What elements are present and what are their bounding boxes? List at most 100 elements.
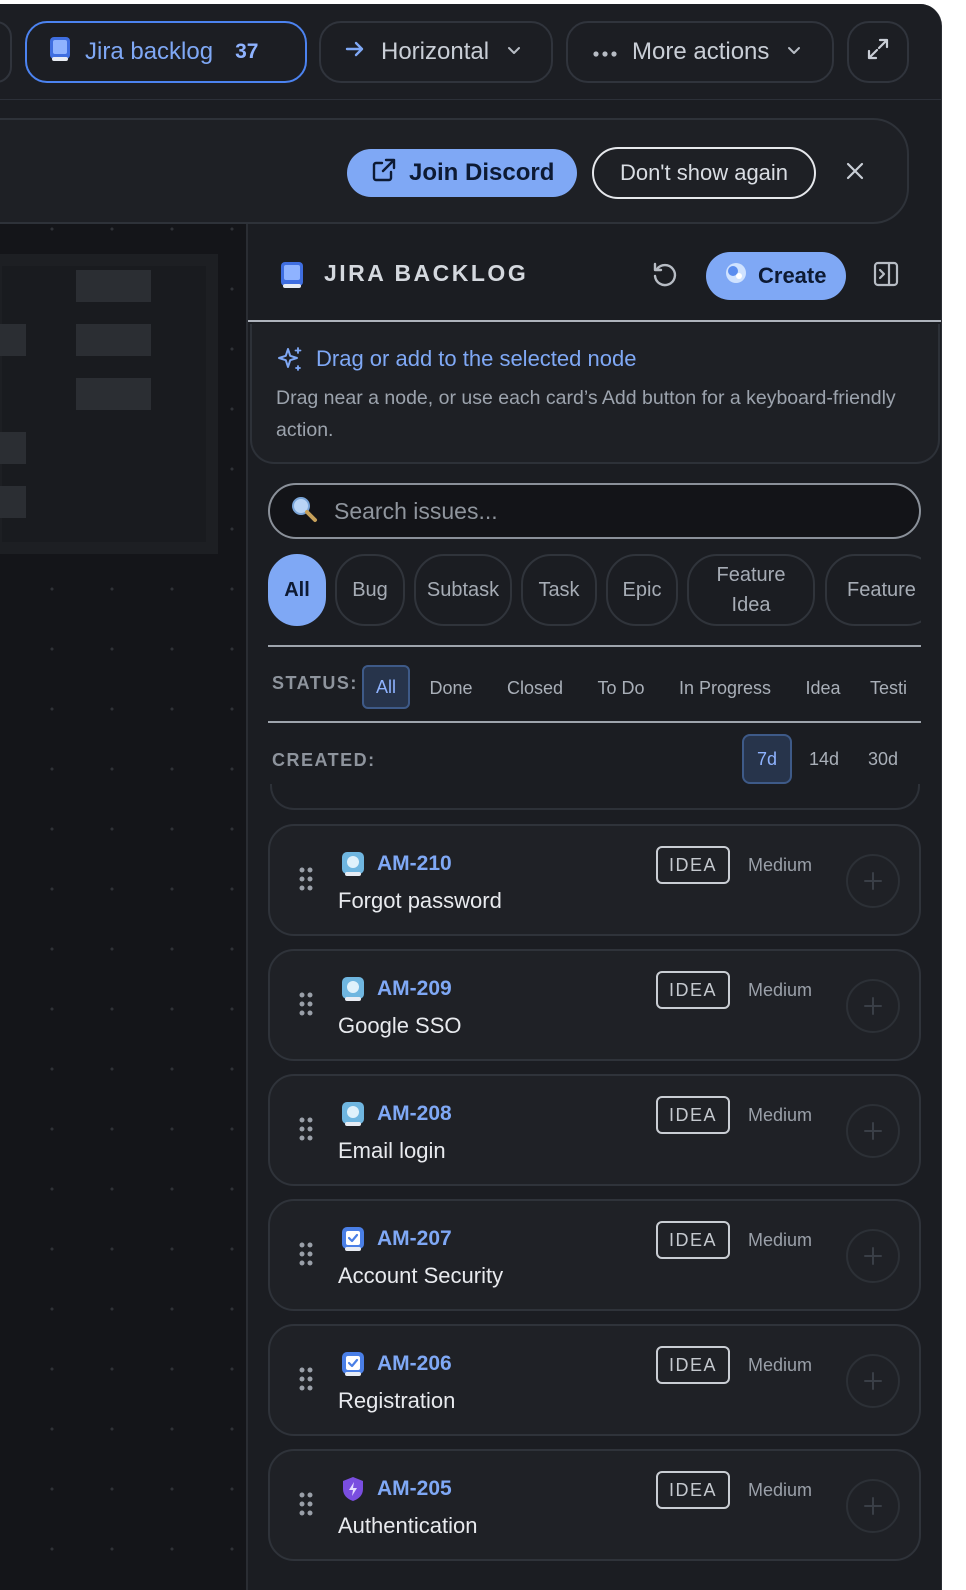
status-filter-in-progress[interactable]: In Progress bbox=[666, 668, 784, 708]
add-to-node-button[interactable] bbox=[846, 1229, 900, 1283]
status-filter-all[interactable]: All bbox=[362, 665, 410, 709]
ellipsis-icon bbox=[592, 38, 618, 66]
create-issue-button[interactable]: Create bbox=[706, 252, 846, 300]
priority-label: Medium bbox=[748, 1230, 813, 1250]
drag-handle-icon[interactable] bbox=[298, 1116, 314, 1147]
feature-idea-icon bbox=[340, 975, 366, 1008]
join-discord-button[interactable]: Join Discord bbox=[347, 149, 577, 197]
type-filter-bug[interactable]: Bug bbox=[335, 554, 405, 626]
issue-key[interactable]: AM-205 bbox=[377, 1477, 452, 1501]
sidebar-toggle-icon bbox=[873, 261, 899, 287]
expand-icon bbox=[865, 36, 891, 69]
issue-key[interactable]: AM-209 bbox=[377, 977, 452, 1001]
add-to-node-button[interactable] bbox=[846, 1479, 900, 1533]
layout-direction-dropdown[interactable]: Horizontal bbox=[319, 21, 553, 83]
refresh-button[interactable] bbox=[650, 260, 680, 295]
created-filter-7d[interactable]: 7d bbox=[742, 734, 792, 784]
type-filter-epic[interactable]: Epic bbox=[606, 554, 678, 626]
dont-show-again-button[interactable]: Don't show again bbox=[592, 147, 816, 199]
search-icon bbox=[290, 495, 318, 528]
issue-card[interactable]: AM-210 Forgot password IDEA Medium bbox=[268, 824, 921, 936]
issue-title: Email login bbox=[338, 1138, 446, 1163]
status-badge: IDEA bbox=[656, 1346, 730, 1384]
created-filter-30d[interactable]: 30d bbox=[860, 734, 906, 784]
status-label: STATUS: bbox=[272, 673, 358, 693]
created-filter-14d[interactable]: 14d bbox=[802, 734, 846, 784]
add-to-node-button[interactable] bbox=[846, 1354, 900, 1408]
plus-icon bbox=[864, 1372, 882, 1390]
status-filter-testing[interactable]: Testi bbox=[860, 668, 921, 708]
issue-card[interactable]: AM-205 Authentication IDEA Medium bbox=[268, 1449, 921, 1561]
more-actions-dropdown[interactable]: More actions bbox=[566, 21, 834, 83]
add-to-node-button[interactable] bbox=[846, 1104, 900, 1158]
priority-label: Medium bbox=[748, 1355, 813, 1375]
plus-icon bbox=[864, 872, 882, 890]
type-filter-feature-idea[interactable]: Feature Idea bbox=[687, 554, 815, 626]
task-icon bbox=[340, 1225, 366, 1258]
refresh-icon bbox=[653, 262, 677, 287]
add-to-node-button[interactable] bbox=[846, 979, 900, 1033]
canvas-minimap[interactable] bbox=[0, 254, 218, 554]
issue-key[interactable]: AM-208 bbox=[377, 1102, 452, 1126]
drag-handle-icon[interactable] bbox=[298, 991, 314, 1022]
chevron-down-icon bbox=[505, 38, 523, 66]
more-actions-label: More actions bbox=[632, 38, 770, 65]
minimap-node bbox=[0, 432, 26, 464]
app-window: Jira backlog 37 Horizontal More actions bbox=[0, 4, 942, 1590]
minimap-node bbox=[76, 324, 151, 356]
drag-handle-icon[interactable] bbox=[298, 866, 314, 897]
plus-icon bbox=[864, 1122, 882, 1140]
drag-handle-icon[interactable] bbox=[298, 1491, 314, 1522]
jira-backlog-panel: JIRA BACKLOG Create Drag or add to the s… bbox=[248, 224, 941, 1590]
join-discord-label: Join Discord bbox=[409, 159, 555, 186]
add-to-node-button[interactable] bbox=[846, 854, 900, 908]
minimap-node bbox=[76, 378, 151, 410]
type-filter-feature[interactable]: Feature bbox=[825, 554, 921, 626]
jira-backlog-toggle-button[interactable]: Jira backlog 37 bbox=[25, 21, 307, 83]
priority-label: Medium bbox=[748, 1105, 813, 1125]
close-banner-button[interactable] bbox=[838, 156, 872, 190]
minimap-node bbox=[76, 270, 151, 302]
toolbar-button-partial[interactable] bbox=[0, 21, 12, 83]
jira-app-icon bbox=[278, 260, 306, 295]
status-badge: IDEA bbox=[656, 1096, 730, 1134]
status-filter-done[interactable]: Done bbox=[420, 668, 482, 708]
search-placeholder: Search issues... bbox=[334, 497, 498, 524]
sparkle-icon bbox=[276, 346, 304, 379]
issue-title: Registration bbox=[338, 1388, 456, 1413]
type-filter-subtask[interactable]: Subtask bbox=[414, 554, 512, 626]
plus-icon bbox=[864, 1247, 882, 1265]
hint-body: Drag near a node, or use each card’s Add… bbox=[276, 387, 896, 441]
issue-card[interactable]: AM-206 Registration IDEA Medium bbox=[268, 1324, 921, 1436]
issue-key[interactable]: AM-207 bbox=[377, 1227, 452, 1251]
issue-type-filters: All Bug Subtask Task Epic Feature Idea F… bbox=[268, 554, 921, 626]
plus-icon bbox=[864, 997, 882, 1015]
expand-button[interactable] bbox=[847, 21, 909, 83]
issue-card[interactable]: AM-209 Google SSO IDEA Medium bbox=[268, 949, 921, 1061]
issue-title: Account Security bbox=[338, 1263, 504, 1288]
collapse-panel-button[interactable] bbox=[872, 260, 900, 293]
issue-key[interactable]: AM-210 bbox=[377, 852, 452, 876]
type-filter-all[interactable]: All bbox=[268, 554, 326, 626]
issue-card[interactable]: AM-208 Email login IDEA Medium bbox=[268, 1074, 921, 1186]
drag-hint-card: Drag or add to the selected node Drag ne… bbox=[250, 324, 940, 464]
issue-key[interactable]: AM-206 bbox=[377, 1352, 452, 1376]
priority-label: Medium bbox=[748, 980, 813, 1000]
status-filter-to-do[interactable]: To Do bbox=[586, 668, 656, 708]
feature-idea-icon bbox=[340, 850, 366, 883]
jira-app-icon bbox=[47, 35, 73, 70]
status-filter-row: STATUS: All Done Closed To Do In Progres… bbox=[268, 647, 921, 721]
priority-label: Medium bbox=[748, 1480, 813, 1500]
minimap-node bbox=[0, 324, 26, 356]
issue-card[interactable]: AM-207 Account Security IDEA Medium bbox=[268, 1199, 921, 1311]
search-issues-input[interactable]: Search issues... bbox=[268, 483, 921, 539]
drag-handle-icon[interactable] bbox=[298, 1241, 314, 1272]
flow-canvas[interactable] bbox=[0, 224, 248, 1590]
status-badge: IDEA bbox=[656, 971, 730, 1009]
type-filter-task[interactable]: Task bbox=[521, 554, 597, 626]
drag-handle-icon[interactable] bbox=[298, 1366, 314, 1397]
issue-title: Google SSO bbox=[338, 1013, 462, 1038]
status-filter-idea[interactable]: Idea bbox=[796, 668, 850, 708]
create-globe-icon bbox=[724, 261, 748, 291]
status-filter-closed[interactable]: Closed bbox=[496, 668, 574, 708]
